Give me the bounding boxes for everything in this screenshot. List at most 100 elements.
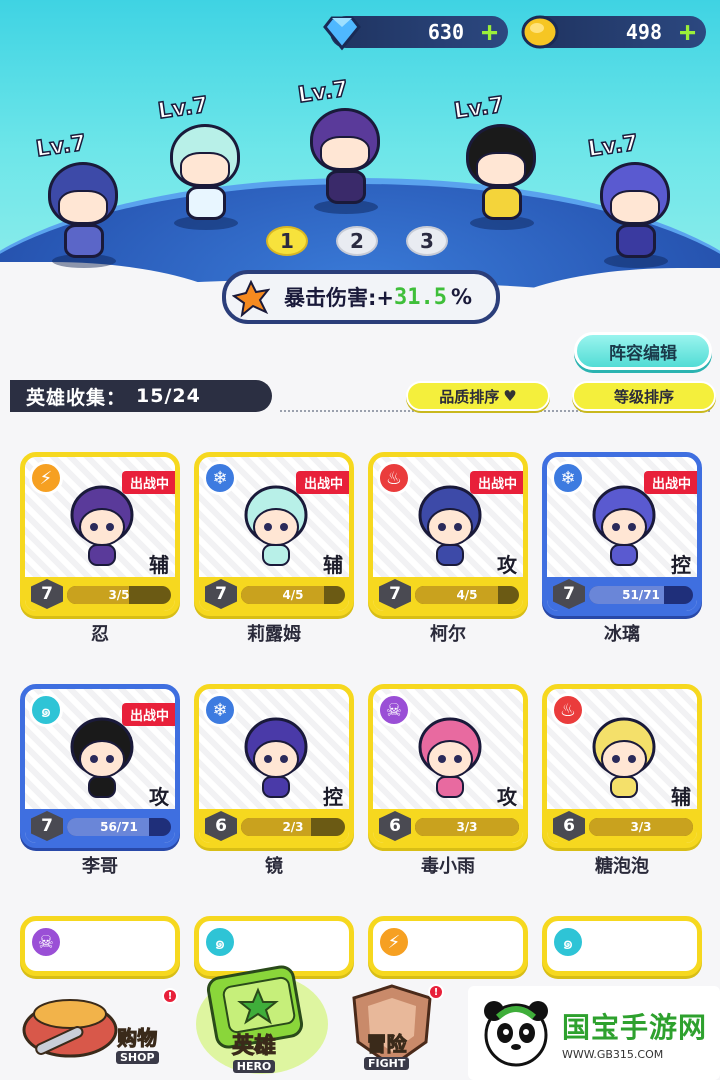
hero-portrait (70, 485, 134, 566)
hero-level-bar: 7 56/71 (25, 809, 175, 843)
team-hero-2[interactable]: Lv.7 (150, 92, 260, 230)
hero-card[interactable]: ❄ 控 6 2/3 (194, 684, 354, 848)
hero-portrait (592, 717, 656, 798)
heart-icon: ♥ (503, 387, 517, 405)
crit-bonus-banner: 暴击伤害:+ 31.5 % (222, 270, 500, 324)
in-battle-tag: 出战中 (121, 703, 175, 726)
hero-star-level: 6 (205, 811, 237, 841)
hero-name: 忍 (91, 624, 109, 645)
shard-progress-text: 2/3 (282, 820, 304, 834)
hero-level: Lv.7 (34, 130, 89, 163)
crit-bonus-label: 暴击伤害:+ (284, 286, 394, 310)
add-gems-button[interactable]: + (481, 18, 498, 46)
hero-card[interactable]: ๑ 出战中攻 7 56/71 (20, 684, 180, 848)
page-1-button[interactable]: 1 (266, 226, 308, 256)
hero-star-level: 7 (205, 579, 237, 609)
lightning-icon: ⚡ (29, 461, 63, 495)
nav-fight[interactable]: ! 冒险 FIGHT (342, 982, 444, 1072)
snowflake-icon: ❄ (203, 461, 237, 495)
hero-role: 控 (671, 553, 691, 577)
page-2-button[interactable]: 2 (336, 226, 378, 256)
hero-portrait (418, 485, 482, 566)
nav-hero[interactable]: 英雄 HERO (192, 952, 332, 1080)
team-page-selector: 1 2 3 (266, 226, 448, 256)
team-hero-1[interactable]: Lv.7 (28, 130, 138, 268)
diamond-icon (323, 16, 361, 51)
coin-amount: 498 (625, 20, 662, 44)
shard-progress-text: 56/71 (100, 820, 138, 834)
hero-level-bar: 7 3/5 (25, 577, 175, 611)
in-battle-tag: 出战中 (469, 471, 523, 494)
crit-bonus-value: 31.5 (394, 284, 447, 310)
watermark-name: 国宝手游网 (562, 1010, 708, 1044)
coin-icon (521, 15, 559, 49)
hero-portrait (244, 485, 308, 566)
shard-progress-text: 4/5 (456, 588, 478, 602)
nav-hero-label: 英雄 (231, 1034, 277, 1060)
hero-card[interactable]: ♨ 出战中攻 7 4/5 (368, 452, 528, 616)
shard-progress-text: 51/71 (622, 588, 660, 602)
collection-count: 15/24 (136, 385, 201, 407)
hero-level-bar: 7 4/5 (373, 577, 523, 611)
hero-card[interactable]: ❄ 出战中辅 7 4/5 (194, 452, 354, 616)
shopping-basket-icon (22, 999, 118, 1058)
hero-star-level: 6 (379, 811, 411, 841)
hero-name: 柯尔 (430, 624, 466, 645)
hero-level: Lv.7 (156, 92, 211, 125)
flame-icon: ♨ (377, 461, 411, 495)
coin-counter[interactable]: 498 + (521, 15, 706, 49)
shard-progress: 2/3 (241, 818, 345, 836)
hero-name: 毒小雨 (421, 856, 475, 877)
skull-icon: ☠ (377, 693, 411, 727)
hero-collection-header: 英雄收集： 15/24 (10, 380, 272, 412)
shard-progress: 51/71 (589, 586, 693, 604)
sort-by-quality-button[interactable]: 品质排序 ♥ (406, 381, 550, 411)
shard-progress: 56/71 (67, 818, 171, 836)
shard-progress: 3/5 (67, 586, 171, 604)
hero-star-level: 7 (553, 579, 585, 609)
team-display: 630 + 498 + Lv.7 Lv.7 Lv.7 Lv.7 Lv.7 1 2… (0, 0, 720, 340)
hero-name: 镜 (265, 856, 283, 877)
gem-counter[interactable]: 630 + (323, 16, 508, 51)
sort-by-level-button[interactable]: 等级排序 (572, 381, 716, 411)
fight-alert-badge: ! (428, 984, 444, 1000)
hero-role: 辅 (149, 553, 169, 577)
hero-card[interactable]: ⚡ 出战中辅 7 3/5 (20, 452, 180, 616)
shard-progress-text: 3/3 (630, 820, 652, 834)
watermark-url: WWW.GB315.COM (562, 1047, 664, 1061)
hero-level-bar: 6 3/3 (373, 809, 523, 843)
hero-role: 辅 (323, 553, 343, 577)
hero-portrait (244, 717, 308, 798)
hero-card[interactable]: ☠ 攻 6 3/3 (368, 684, 528, 848)
hero-level-bar: 7 4/5 (199, 577, 349, 611)
hero-star-level: 7 (379, 579, 411, 609)
page-3-button[interactable]: 3 (406, 226, 448, 256)
nav-hero-sub: HERO (232, 1060, 276, 1073)
hero-name: 莉露姆 (247, 624, 301, 645)
hero-level-bar: 6 3/3 (547, 809, 697, 843)
hero-portrait (592, 485, 656, 566)
shard-progress-text: 4/5 (282, 588, 304, 602)
shop-alert-badge: ! (162, 988, 178, 1004)
hero-star-level: 6 (553, 811, 585, 841)
shard-progress: 3/3 (589, 818, 693, 836)
hero-level: Lv.7 (586, 130, 641, 163)
hero-card[interactable]: ❄ 出战中控 7 51/71 (542, 452, 702, 616)
hero-level-bar: 6 2/3 (199, 809, 349, 843)
team-hero-5[interactable]: Lv.7 (580, 130, 690, 268)
edit-lineup-button[interactable]: 阵容编辑 (574, 332, 712, 370)
shard-progress: 4/5 (415, 586, 519, 604)
gem-amount: 630 (427, 20, 464, 44)
hero-portrait (418, 717, 482, 798)
shard-progress: 3/3 (415, 818, 519, 836)
snowflake-icon: ❄ (551, 461, 585, 495)
hero-name: 冰璃 (604, 624, 640, 645)
nav-shop[interactable]: ! 购物 SHOP (20, 980, 178, 1064)
hero-level: Lv.7 (452, 92, 507, 125)
swirl-icon: ๑ (29, 693, 63, 727)
hero-card[interactable]: ♨ 辅 6 3/3 (542, 684, 702, 848)
nav-shop-sub: SHOP (116, 1051, 159, 1064)
team-hero-4[interactable]: Lv.7 (446, 92, 556, 230)
team-hero-3[interactable]: Lv.7 (290, 76, 400, 214)
add-coins-button[interactable]: + (679, 18, 696, 46)
